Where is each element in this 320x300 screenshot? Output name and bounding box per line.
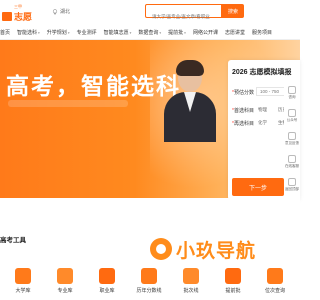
watermark-logo: 小玖导航 [150,234,295,264]
tools-title: 高考工具 [0,237,26,244]
side-float-toolbar: 咨询公众号意见反馈在线客服返回顶部 [284,78,300,202]
feedback-icon [288,132,296,140]
site-logo[interactable]: 三甲 志愿 [0,4,50,24]
nav-item-7[interactable]: 网络公开课 [193,29,218,36]
float-item-4[interactable]: 返回顶部 [284,178,300,192]
float-item-0[interactable]: 咨询 [284,86,300,100]
chat-icon [288,86,296,94]
logo-text: 志愿 [14,12,33,22]
chevron-down-icon: ▾ [129,30,132,35]
banner-person-image [158,42,220,142]
tool-icon [225,268,241,284]
tool-label: 专业库 [57,288,73,294]
tool-item-6[interactable]: 位次查询 [260,268,290,294]
top-icon [288,178,296,186]
nav-item-8[interactable]: 志愿讲堂 [225,29,245,36]
location-label: 湖北 [60,9,71,15]
chevron-down-icon: ▾ [67,30,70,35]
chevron-down-icon: ▾ [38,30,40,35]
nav-item-label: 首页 [0,30,11,36]
float-item-1[interactable]: 公众号 [284,109,300,123]
search-input[interactable] [146,10,221,23]
tool-icon [183,268,199,284]
watermark-badge-icon [150,238,172,260]
site-header: 三甲 志愿 湖北 搜索 [0,0,300,26]
tool-item-3[interactable]: 历年分数线 [134,268,164,294]
tool-icon [15,268,31,284]
first-subject-option-physics[interactable]: 物理 [258,107,267,113]
watermark-text: 小玖导航 [176,240,257,262]
nav-item-5[interactable]: 数据查询 ▾ [138,29,161,36]
float-item-label: 公众号 [286,118,298,122]
nav-item-label: 智能选科 [17,30,38,36]
tool-label: 位次查询 [264,288,285,294]
main-nav: 首页 智能选科 ▾ 升学规划 ▾ 专业测评 智能填志愿 ▾ 数据查询 ▾ 提前批 ▾ 网络公开课 志愿讲堂… [0,26,300,40]
score-label: *预估分数 [232,90,254,96]
nav-item-2[interactable]: 升学规划 ▾ [47,29,70,36]
tool-item-1[interactable]: 专业库 [50,268,80,294]
logo-mark-icon [2,12,12,21]
nav-item-label: 专业测评 [76,30,97,36]
search-box [145,4,222,23]
tool-icon [57,268,73,284]
nav-item-label: 智能填志愿 [103,30,129,36]
tool-item-4[interactable]: 批次线 [176,268,206,294]
tool-icon [267,268,283,284]
next-step-button[interactable]: 下一步 [232,178,284,196]
nav-item-1[interactable]: 智能选科 ▾ [17,29,40,36]
tool-label: 批次线 [183,288,199,294]
nav-item-label: 提前批 [168,30,184,36]
float-item-label: 在线客服 [285,164,299,168]
nav-item-0[interactable]: 首页 [0,29,10,36]
tool-label: 大学库 [15,288,31,294]
nav-item-label: 网络公开课 [192,30,218,36]
nav-item-3[interactable]: 专业测评 [77,29,97,36]
search-button[interactable]: 搜索 [222,4,244,18]
tool-item-2[interactable]: 职业库 [92,268,122,294]
tool-item-5[interactable]: 提前批 [218,268,248,294]
nav-item-label: 志愿讲堂 [224,30,245,36]
nav-item-label: 服务项目 [251,30,272,36]
nav-item-label: 数据查询 [138,30,159,36]
banner-headline: 高考，智能选科 [6,73,181,99]
service-icon [288,155,296,163]
float-item-3[interactable]: 在线客服 [284,155,300,169]
chevron-down-icon: ▾ [159,30,162,35]
nav-item-6[interactable]: 提前批 ▾ [168,29,186,36]
float-item-2[interactable]: 意见反馈 [284,132,300,146]
tool-icon [99,268,115,284]
tool-label: 提前批 [225,288,241,294]
first-subject-label: *首选科目 [232,108,254,114]
nav-item-4[interactable]: 智能填志愿 ▾ [104,29,132,36]
tool-label: 职业库 [99,288,115,294]
card-title: 2026 志愿模拟填报 [232,69,292,76]
float-item-label: 咨询 [288,95,296,99]
banner-subline [8,100,128,107]
second-subject-option-chemistry[interactable]: 化学 [258,120,267,126]
location-pin-icon [52,8,58,15]
location-selector[interactable]: 湖北 [52,8,70,15]
second-subject-label: *再选科目 [232,121,254,127]
nav-item-label: 升学规划 [46,30,67,36]
nav-item-9[interactable]: 服务项目 [252,29,272,36]
chevron-down-icon: ▾ [184,30,186,35]
float-item-label: 返回顶部 [285,187,299,191]
tool-icon [141,268,157,284]
tool-item-0[interactable]: 大学库 [8,268,38,294]
float-item-label: 意见反馈 [285,141,299,145]
qr-icon [288,109,296,117]
tool-label: 历年分数线 [136,288,162,294]
